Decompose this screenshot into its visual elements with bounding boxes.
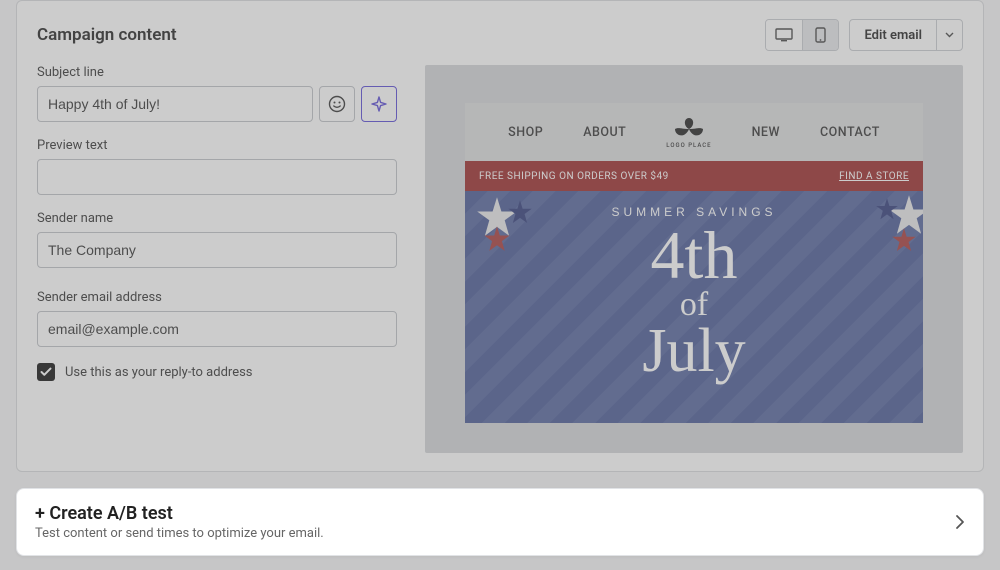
desktop-icon [775, 28, 793, 42]
create-ab-test-row[interactable]: + Create A/B test Test content or send t… [16, 488, 984, 556]
ab-left: + Create A/B test Test content or send t… [35, 503, 324, 541]
ab-title: + Create A/B test [35, 503, 324, 524]
sender-email-label: Sender email address [37, 290, 397, 305]
subject-line-input[interactable] [37, 86, 313, 122]
nav-about: ABOUT [583, 125, 626, 140]
nav-contact: CONTACT [820, 125, 880, 140]
hero-text: SUMMER SAVINGS 4th of July [465, 191, 923, 423]
checkmark-icon [40, 367, 52, 377]
banner-left: FREE SHIPPING ON ORDERS OVER $49 [479, 171, 669, 182]
form-column: Subject line Preview text Sender name [37, 65, 397, 453]
ab-subtitle: Test content or send times to optimize y… [35, 526, 324, 541]
reply-to-row: Use this as your reply-to address [37, 363, 397, 381]
preview-text-label: Preview text [37, 138, 397, 153]
ai-suggestion-button[interactable] [361, 86, 397, 122]
device-view-toggle [765, 19, 839, 51]
chevron-right-icon [955, 514, 965, 530]
email-preview-frame: SHOP ABOUT LOGO PLACE NEW CONTACT FREE S… [465, 103, 923, 423]
mobile-icon [815, 27, 826, 43]
nav-new: NEW [752, 125, 780, 140]
header-controls: Edit email [765, 19, 963, 51]
content-row: Subject line Preview text Sender name [37, 65, 963, 453]
sparkle-icon [371, 96, 387, 112]
nav-shop: SHOP [508, 125, 543, 140]
leaf-logo-icon [672, 116, 706, 140]
banner-right-link: FIND A STORE [839, 171, 909, 182]
desktop-view-button[interactable] [766, 20, 802, 50]
preview-text-field: Preview text [37, 138, 397, 195]
hero-line1: 4th [651, 223, 738, 288]
edit-email-button[interactable]: Edit email [850, 20, 936, 50]
smiley-icon [328, 95, 346, 113]
hero-section: SUMMER SAVINGS 4th of July [465, 191, 923, 423]
panel-title: Campaign content [37, 25, 177, 45]
sender-name-field: Sender name [37, 211, 397, 268]
sender-name-input[interactable] [37, 232, 397, 268]
sender-name-label: Sender name [37, 211, 397, 226]
edit-email-group: Edit email [849, 19, 963, 51]
panel-header: Campaign content Edit email [37, 19, 963, 51]
chevron-down-icon [945, 32, 954, 38]
edit-email-dropdown[interactable] [936, 20, 962, 50]
nav-logo: LOGO PLACE [666, 116, 711, 149]
subject-line-field: Subject line [37, 65, 397, 122]
mobile-view-button[interactable] [802, 20, 838, 50]
campaign-content-panel: Campaign content Edit email Subject lin [16, 0, 984, 472]
email-nav: SHOP ABOUT LOGO PLACE NEW CONTACT [465, 103, 923, 161]
sender-email-field: Sender email address [37, 290, 397, 347]
subject-line-row [37, 86, 397, 122]
reply-to-label: Use this as your reply-to address [65, 365, 253, 380]
preview-text-input[interactable] [37, 159, 397, 195]
sender-email-input[interactable] [37, 311, 397, 347]
reply-to-checkbox[interactable] [37, 363, 55, 381]
nav-logo-text: LOGO PLACE [666, 142, 711, 149]
shipping-banner: FREE SHIPPING ON ORDERS OVER $49 FIND A … [465, 161, 923, 191]
email-preview-pane: SHOP ABOUT LOGO PLACE NEW CONTACT FREE S… [425, 65, 963, 453]
emoji-picker-button[interactable] [319, 86, 355, 122]
subject-line-label: Subject line [37, 65, 397, 80]
hero-line3: July [642, 322, 745, 381]
